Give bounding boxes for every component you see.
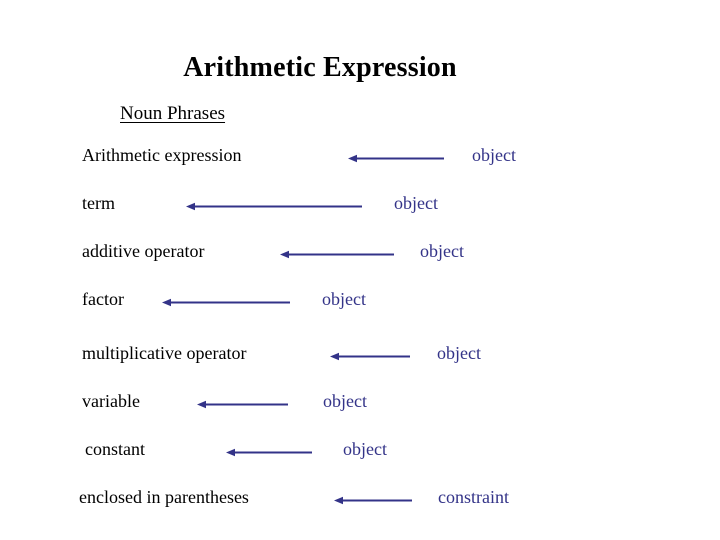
left-arrow-icon (186, 201, 362, 213)
category-tag-label: object (343, 439, 387, 459)
category-tag-label: object (472, 145, 516, 165)
mapping-row: term object (0, 192, 720, 220)
mapping-row: enclosed in parentheses constraint (0, 486, 720, 514)
noun-phrase-label: factor (82, 289, 124, 309)
slide-canvas: Arithmetic Expression Noun Phrases Arith… (0, 0, 720, 540)
category-tag-label: object (323, 391, 367, 411)
noun-phrase-label: Arithmetic expression (82, 145, 242, 165)
category-tag-label: object (437, 343, 481, 363)
noun-phrase-label: variable (82, 391, 140, 411)
noun-phrase-label: additive operator (82, 241, 205, 261)
mapping-row: constant object (0, 438, 720, 466)
section-subtitle: Noun Phrases (120, 103, 226, 124)
noun-phrase-label: multiplicative operator (82, 343, 247, 363)
category-tag-label: object (394, 193, 438, 213)
category-tag-label: object (322, 289, 366, 309)
left-arrow-icon (348, 153, 444, 165)
mapping-row: additive operator object (0, 240, 720, 268)
category-tag-label: constraint (438, 487, 509, 507)
left-arrow-icon (162, 297, 290, 309)
page-title: Arithmetic Expression (183, 52, 457, 83)
left-arrow-icon (280, 249, 394, 261)
left-arrow-icon (226, 447, 312, 459)
left-arrow-icon (330, 351, 410, 363)
mapping-row: factor object (0, 288, 720, 316)
left-arrow-icon (197, 399, 288, 411)
mapping-row: multiplicative operator object (0, 342, 720, 370)
mapping-row: variable object (0, 390, 720, 418)
left-arrow-icon (334, 495, 412, 507)
category-tag-label: object (420, 241, 464, 261)
noun-phrase-label: constant (85, 439, 145, 459)
noun-phrase-label: enclosed in parentheses (79, 487, 249, 507)
mapping-row: Arithmetic expression object (0, 144, 720, 172)
noun-phrase-label: term (82, 193, 115, 213)
